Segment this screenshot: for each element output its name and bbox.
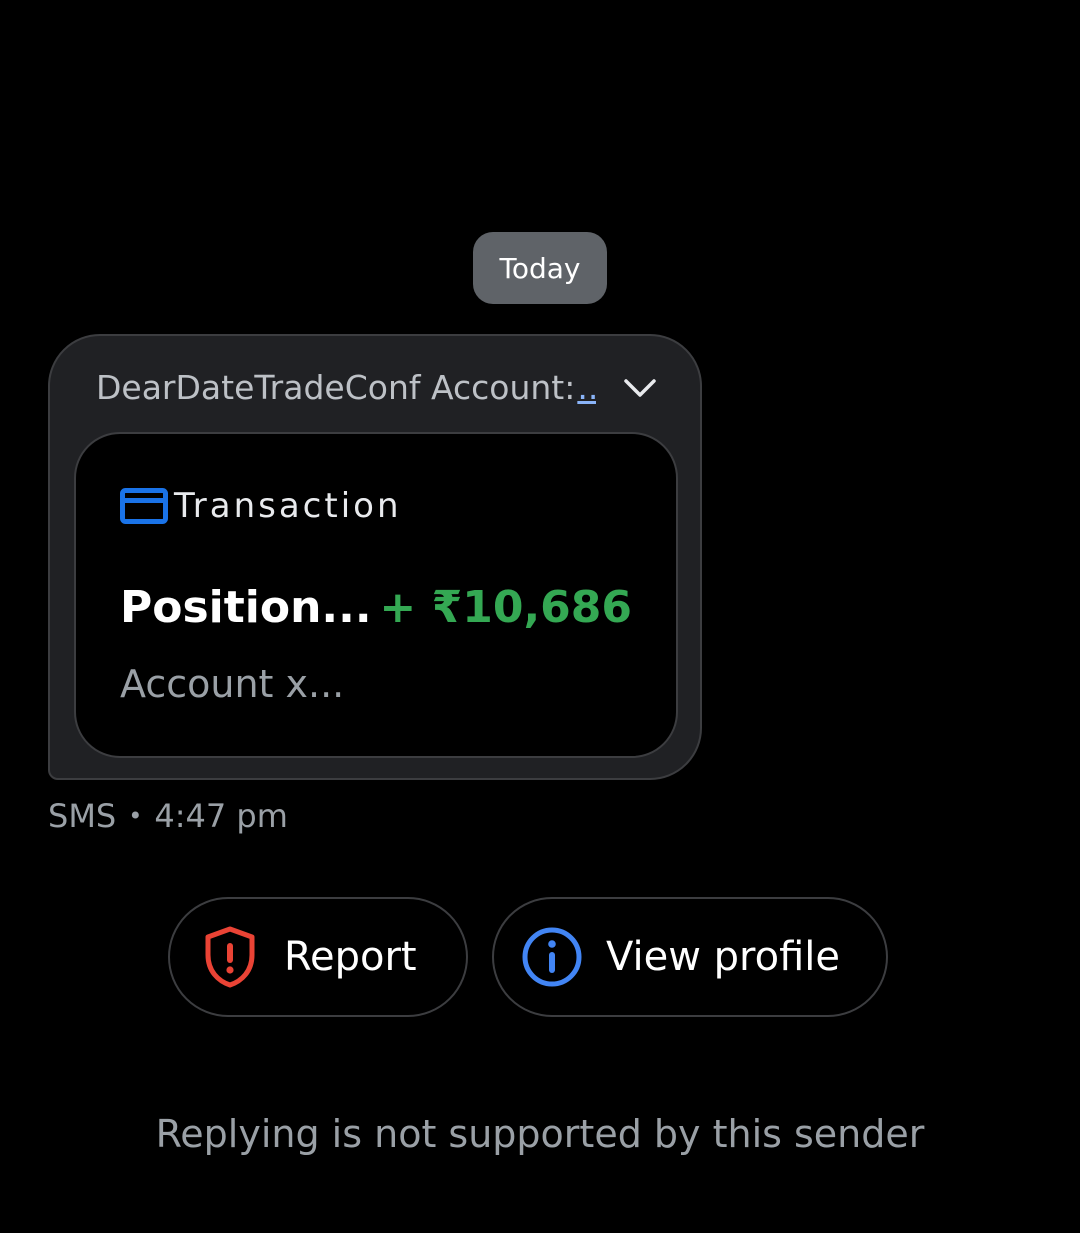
message-channel: SMS (48, 797, 117, 835)
message-header-more-link[interactable]: ... (577, 368, 596, 407)
view-profile-button[interactable]: View profile (492, 897, 888, 1017)
report-button-label: Report (284, 934, 417, 980)
message-header-text: DearDateTradeConf Account: (96, 367, 576, 407)
message-meta: SMS • 4:47 pm (48, 794, 288, 838)
transaction-card[interactable]: Transaction Position... + ₹10,686 Accoun… (74, 432, 678, 758)
reply-not-supported-note: Replying is not supported by this sender (155, 1112, 925, 1156)
transaction-account: Account x... (120, 662, 345, 706)
view-profile-button-label: View profile (606, 934, 840, 980)
meta-separator: • (128, 802, 143, 830)
report-button[interactable]: Report (168, 897, 468, 1017)
transaction-title: Position... (120, 582, 372, 633)
message-bubble[interactable]: DearDateTradeConf Account: ... Transacti… (48, 334, 702, 780)
transaction-category-label: Transaction (174, 486, 402, 526)
credit-card-icon (120, 488, 168, 524)
message-header: DearDateTradeConf Account: ... (96, 362, 596, 412)
transaction-category: Transaction (120, 486, 402, 526)
transaction-amount: + ₹10,686 (379, 582, 632, 633)
message-time: 4:47 pm (154, 797, 288, 835)
expand-chevron-down-icon[interactable] (620, 370, 660, 406)
info-icon (520, 925, 584, 989)
date-divider-chip: Today (473, 232, 607, 304)
date-divider-label: Today (499, 251, 581, 285)
shield-alert-icon (198, 925, 262, 989)
